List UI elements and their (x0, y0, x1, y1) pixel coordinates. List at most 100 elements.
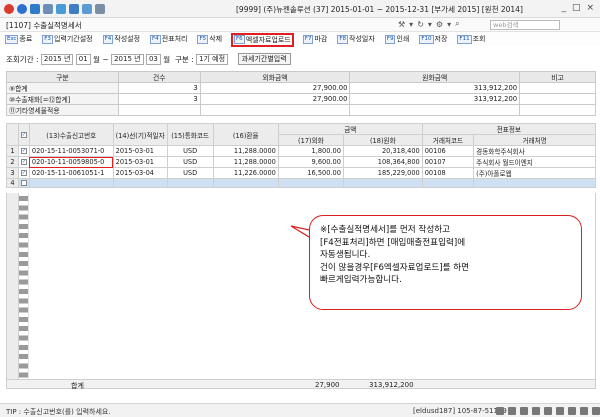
krw-cell[interactable]: 185,229,000 (342, 167, 423, 179)
client-name-cell[interactable] (473, 178, 596, 188)
client-code-cell[interactable]: 00107 (421, 156, 475, 168)
summary-note[interactable] (519, 104, 596, 116)
currency-cell[interactable]: USD (166, 156, 214, 168)
save-icon[interactable] (30, 3, 40, 14)
folder-icon[interactable] (69, 3, 79, 14)
message-icon[interactable] (508, 407, 516, 415)
fx-cell[interactable] (277, 178, 344, 188)
rate-cell[interactable]: 11,288.0000 (212, 145, 279, 157)
settings-dropdown-icon[interactable]: ▾ (447, 20, 451, 29)
row-checkbox[interactable]: ✓ (20, 148, 27, 154)
delete-button[interactable]: F5 삭제 (196, 33, 223, 45)
ship-date-cell[interactable]: 2015-03-01 (112, 145, 168, 157)
fkey-badge: F8 (337, 34, 349, 44)
settings-icon[interactable] (532, 407, 540, 415)
client-name-cell[interactable]: 경동화학주식회사 (473, 145, 596, 157)
to-year-select[interactable]: 2015 년 (111, 53, 144, 65)
maximize-button[interactable]: □ (572, 3, 581, 13)
window-icon[interactable] (56, 3, 66, 14)
rate-cell[interactable]: 11,288.0000 (212, 156, 279, 168)
currency-cell[interactable]: USD (166, 167, 214, 179)
table-row-active[interactable]: 4 (6, 178, 596, 188)
minimize-button[interactable]: _ (561, 3, 566, 13)
search-button[interactable]: F11 조회 (456, 33, 486, 45)
decl-number-cell[interactable]: 020-15-11-0053071-0 (28, 145, 114, 157)
user-icon[interactable] (496, 407, 504, 415)
client-name-cell[interactable]: (주)아폴로웹 (473, 167, 596, 179)
decl-number-cell[interactable]: 020-10-11-0059805-0 (28, 156, 114, 168)
ship-date-cell[interactable]: 2015-03-04 (112, 167, 168, 179)
write-date-button[interactable]: F8 작성일자 (336, 33, 375, 45)
menu-icon[interactable] (95, 3, 105, 14)
calendar-icon[interactable] (568, 407, 576, 415)
client-name-cell[interactable]: 주식회사 월드이엔지 (473, 156, 596, 168)
summary-note[interactable] (519, 93, 596, 105)
refresh-dropdown-icon[interactable]: ▾ (428, 20, 432, 29)
grid-icon[interactable] (556, 407, 564, 415)
tools-dropdown-icon[interactable]: ▾ (409, 20, 413, 29)
fx-cell[interactable]: 1,800.00 (277, 145, 344, 157)
table-row[interactable]: 1 ✓ 020-15-11-0053071-0 2015-03-01 USD 1… (6, 145, 596, 157)
currency-cell[interactable] (166, 178, 214, 188)
type-select[interactable]: 1기 예정 (196, 53, 229, 65)
select-all-checkbox[interactable]: ✓ (20, 131, 27, 138)
summary-note[interactable] (519, 82, 596, 94)
row-checkbox[interactable] (20, 180, 27, 186)
decl-number-cell[interactable]: 020-15-11-0061051-1 (28, 167, 114, 179)
rate-cell[interactable] (212, 178, 279, 188)
calculator-icon[interactable] (544, 407, 552, 415)
calendar-icon[interactable] (82, 3, 92, 14)
note-icon[interactable] (580, 407, 588, 415)
from-year-select[interactable]: 2015 년 (40, 53, 74, 65)
close-button[interactable]: × (586, 3, 594, 13)
period-input-button[interactable]: 과세기간별입력 (237, 53, 291, 65)
help-icon[interactable] (17, 3, 27, 14)
decl-number-cell[interactable] (28, 178, 114, 188)
write-settings-button[interactable]: F4 작성설정 (102, 33, 141, 45)
slip-process-button[interactable]: F4 전표처리 (149, 33, 188, 45)
tools-icon[interactable]: ⚒ (398, 20, 405, 29)
company-info: [9999] (주)뉴젠솔루션 (37] 2015-01-01 ~ 2015-1… (236, 5, 523, 14)
fx-cell[interactable]: 9,600.00 (277, 156, 344, 168)
close-fkey-button[interactable]: Esc 종료 (4, 33, 33, 45)
ship-date-cell[interactable]: 2015-03-01 (112, 156, 168, 168)
rate-cell[interactable]: 11,226.0000 (212, 167, 279, 179)
client-code-cell[interactable]: 00106 (421, 145, 475, 157)
power-icon[interactable] (592, 407, 600, 415)
instruction-callout: ※[수출실적명세서]를 먼저 작성하고 [F4전표처리]하면 [매입매출전표입력… (309, 215, 582, 310)
excel-upload-button[interactable]: F6 엑셀자료업로드 (231, 32, 294, 47)
camera-icon[interactable] (520, 407, 528, 415)
summary-count[interactable] (117, 104, 201, 116)
save-button[interactable]: F10 저장 (418, 33, 448, 45)
web-search-input[interactable]: web검색 (490, 20, 560, 30)
print-icon[interactable] (43, 3, 53, 14)
client-code-cell[interactable]: 00108 (421, 167, 475, 179)
krw-cell[interactable]: 20,318,400 (342, 145, 423, 157)
grid-header-check[interactable]: ✓ (17, 123, 30, 146)
row-checkbox[interactable]: ✓ (20, 170, 27, 176)
refresh-icon[interactable]: ↻ (417, 20, 424, 29)
to-month-select[interactable]: 03 (145, 53, 161, 65)
summary-krw[interactable] (349, 104, 521, 116)
print-button[interactable]: F9 인쇄 (384, 33, 411, 45)
row-check-cell[interactable] (17, 178, 30, 188)
table-row[interactable]: 2 ✓ 020-10-11-0059805-0 2015-03-01 USD 1… (6, 156, 596, 168)
row-check-cell[interactable]: ✓ (17, 156, 30, 168)
row-checkbox[interactable]: ✓ (20, 159, 27, 165)
row-check-cell[interactable]: ✓ (17, 145, 30, 157)
settings-icon[interactable]: ⚙ (436, 20, 443, 29)
table-row[interactable]: 3 ✓ 020-15-11-0061051-1 2015-03-04 USD 1… (6, 167, 596, 179)
krw-cell[interactable] (342, 178, 423, 188)
row-check-cell[interactable]: ✓ (17, 167, 30, 179)
ship-date-cell[interactable] (112, 178, 168, 188)
currency-cell[interactable]: USD (166, 145, 214, 157)
from-month-select[interactable]: 01 (75, 53, 91, 65)
input-period-button[interactable]: F3 입력기간설정 (41, 33, 93, 45)
krw-cell[interactable]: 108,364,800 (342, 156, 423, 168)
closing-button[interactable]: F7 마감 (302, 33, 329, 45)
summary-fx[interactable] (199, 104, 351, 116)
fx-cell[interactable]: 16,500.00 (277, 167, 344, 179)
search-icon[interactable]: ⌕ (455, 19, 459, 29)
client-code-cell[interactable] (421, 178, 475, 188)
error-icon[interactable] (4, 3, 14, 14)
